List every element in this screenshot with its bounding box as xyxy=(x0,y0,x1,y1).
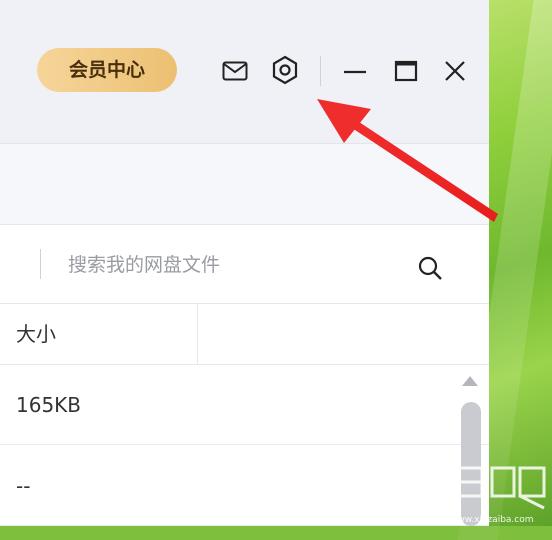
table-row[interactable]: 165KB xyxy=(0,365,489,445)
search-bar xyxy=(0,225,489,304)
search-input[interactable] xyxy=(66,243,400,287)
app-window: 会员中心 搜索我的网盘文件 大小 165KB -- xyxy=(0,0,489,526)
svg-text:www.xiazaiba.com: www.xiazaiba.com xyxy=(450,515,534,525)
minimize-icon[interactable] xyxy=(340,56,370,86)
file-size-cell: -- xyxy=(16,474,31,498)
desktop-background xyxy=(489,0,552,526)
toolbar-area xyxy=(0,144,489,225)
site-watermark-logo: www.xiazaiba.com xyxy=(414,466,546,525)
mail-icon[interactable] xyxy=(220,56,250,86)
column-header-size[interactable]: 大小 xyxy=(0,304,198,364)
settings-icon[interactable] xyxy=(269,54,301,86)
titlebar-divider xyxy=(320,56,321,86)
search-divider xyxy=(40,249,41,279)
table-header: 大小 xyxy=(0,304,489,365)
vip-center-button[interactable]: 会员中心 xyxy=(37,48,177,92)
scroll-up-arrow[interactable] xyxy=(462,376,478,386)
close-icon[interactable] xyxy=(440,56,470,86)
file-size-cell: 165KB xyxy=(16,393,82,417)
maximize-icon[interactable] xyxy=(391,56,421,86)
title-bar: 会员中心 xyxy=(0,0,489,144)
search-icon[interactable] xyxy=(414,252,446,284)
